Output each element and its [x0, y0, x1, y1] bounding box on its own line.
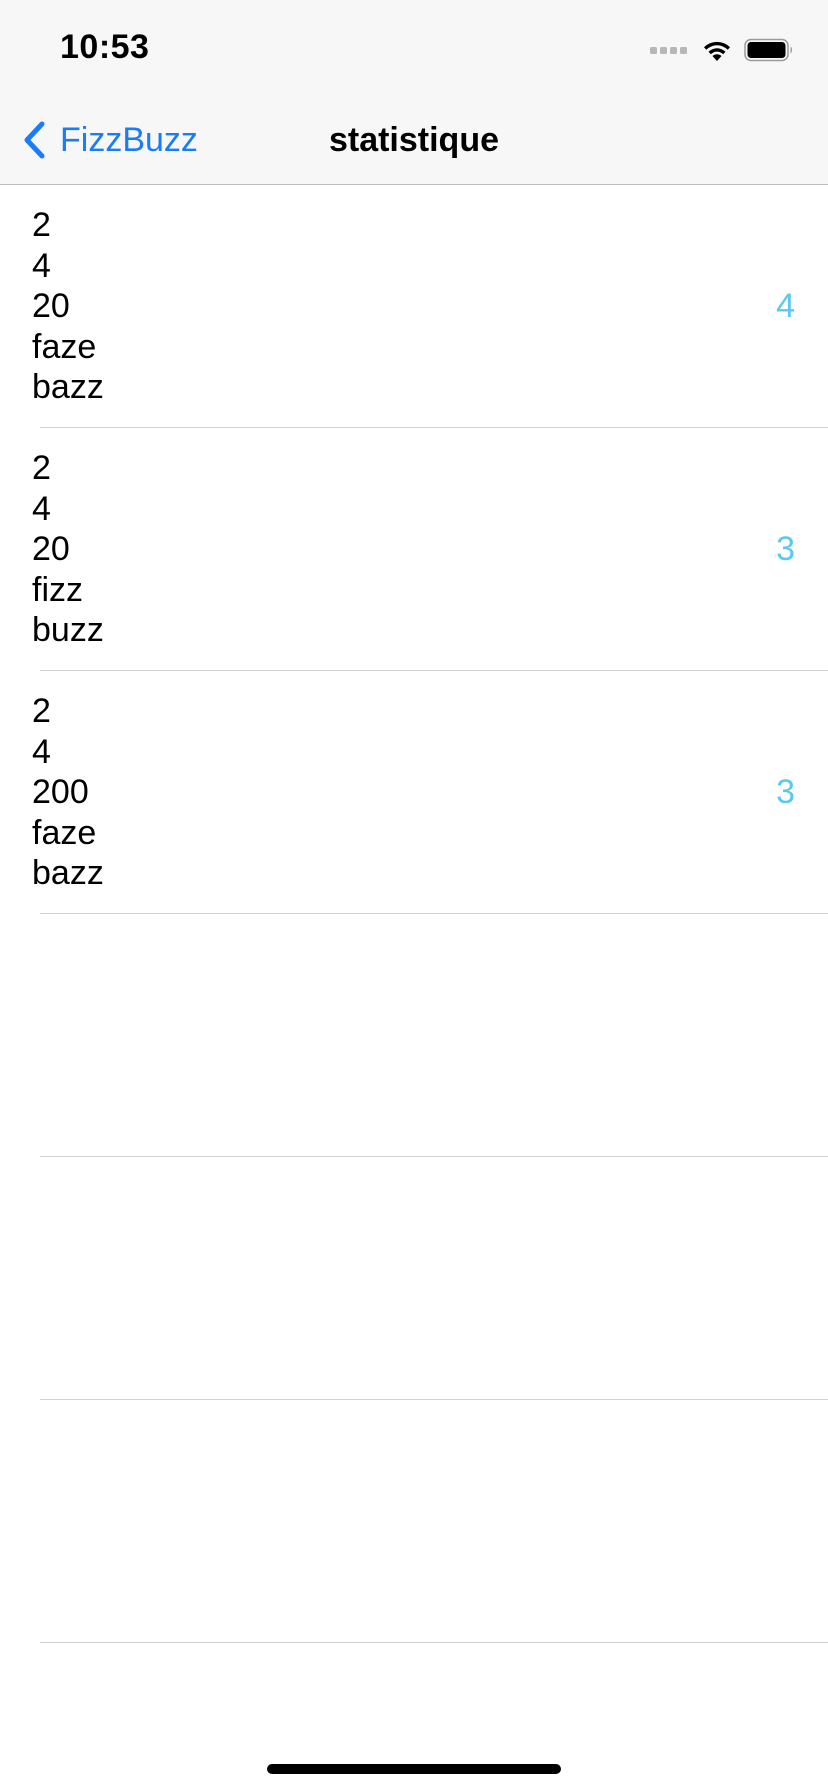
list-item-line: faze: [32, 327, 97, 366]
status-time: 10:53: [60, 28, 150, 66]
list-item-line: 20: [32, 530, 70, 568]
statistics-list: 2 4 20 faze bazz 4 2 4 20 fizz buzz 3 2: [0, 185, 828, 1643]
list-item-line: faze: [32, 813, 97, 852]
list-item-line: 4: [32, 732, 51, 771]
chevron-left-icon: [24, 121, 45, 159]
list-item[interactable]: 2 4 20 faze bazz 4: [0, 185, 828, 428]
list-item-count: 3: [776, 773, 795, 811]
list-item[interactable]: 2 4 200 faze bazz 3: [0, 671, 828, 914]
empty-list-row: [0, 914, 828, 1157]
row-separator: [40, 1642, 828, 1643]
list-item-lines: 2 4 20 fizz buzz: [32, 448, 104, 651]
list-item-line: 4: [32, 246, 51, 285]
list-item-line: 2: [32, 692, 51, 730]
list-item[interactable]: 2 4 20 fizz buzz 3: [0, 428, 828, 671]
empty-list-row: [0, 1157, 828, 1400]
list-item-line: 2: [32, 206, 51, 244]
list-item-line: buzz: [32, 611, 104, 649]
list-item-line: bazz: [32, 368, 104, 406]
list-item-line: 20: [32, 287, 70, 325]
home-indicator[interactable]: [267, 1764, 561, 1774]
list-item-count: 4: [776, 287, 795, 325]
back-button[interactable]: FizzBuzz: [22, 118, 198, 162]
list-item-lines: 2 4 20 faze bazz: [32, 205, 104, 408]
list-item-line: 200: [32, 773, 89, 811]
status-bar: 10:53: [0, 0, 828, 96]
list-item-line: fizz: [32, 570, 83, 609]
list-item-lines: 2 4 200 faze bazz: [32, 691, 104, 894]
status-icons: [650, 36, 794, 64]
battery-icon: [744, 38, 792, 62]
cellular-signal-icon: [650, 46, 690, 54]
navigation-bar: statistique FizzBuzz: [0, 96, 828, 185]
list-item-count: 3: [776, 530, 795, 568]
list-item-line: 2: [32, 449, 51, 487]
list-item-line: bazz: [32, 854, 104, 892]
empty-list-row: [0, 1400, 828, 1643]
wifi-icon: [704, 41, 730, 61]
screen: 10:53 statistique FizzBuzz 2 4 20 faze b…: [0, 0, 828, 1792]
list-item-line: 4: [32, 489, 51, 528]
back-button-label: FizzBuzz: [60, 120, 198, 159]
